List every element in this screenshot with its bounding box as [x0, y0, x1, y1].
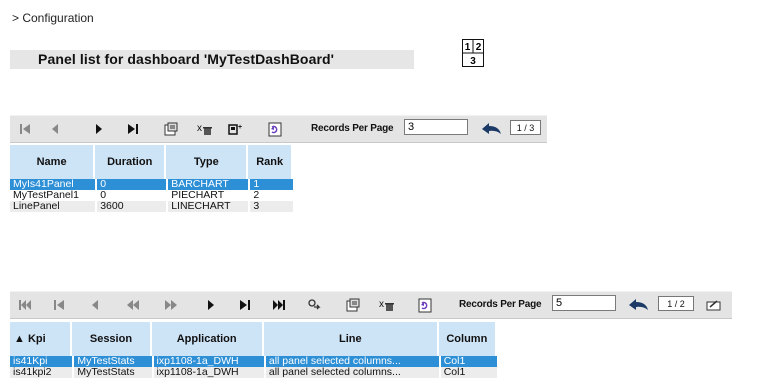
previous-page-icon[interactable] [84, 295, 106, 315]
refresh-icon[interactable] [264, 119, 286, 139]
previous-block-icon[interactable] [48, 295, 70, 315]
cell-name: MyIs41Panel [10, 179, 96, 190]
column-header-session[interactable]: Session [72, 322, 152, 356]
panels-table: Name Duration Type Rank MyIs41Panel 0 BA… [10, 145, 293, 212]
cell-type: LINECHART [166, 201, 249, 212]
cell-line: all panel selected columns... [263, 367, 439, 378]
cell-application: ixp1108-1a_DWH [151, 356, 264, 367]
column-header-kpi-label: Kpi [27, 333, 46, 345]
cell-line: all panel selected columns... [263, 356, 439, 367]
delete-icon[interactable]: x [376, 295, 398, 315]
table-row[interactable]: LinePanel 3600 LINECHART 3 [10, 201, 293, 212]
svg-text:3: 3 [470, 56, 476, 67]
properties-icon[interactable] [160, 119, 182, 139]
next-page-icon[interactable] [200, 295, 222, 315]
delete-icon[interactable]: x [194, 119, 216, 139]
page-indicator: 1 / 2 [658, 296, 694, 311]
column-header-type[interactable]: Type [166, 145, 249, 179]
go-back-icon[interactable] [477, 119, 505, 139]
next-block-icon[interactable] [234, 295, 256, 315]
column-header-name[interactable]: Name [10, 145, 96, 179]
cell-duration: 0 [95, 190, 167, 201]
last-page-icon[interactable] [268, 295, 290, 315]
svg-text:+: + [238, 124, 242, 131]
column-header-duration[interactable]: Duration [95, 145, 167, 179]
column-header-application[interactable]: Application [151, 322, 264, 356]
cell-type: PIECHART [166, 190, 249, 201]
table-row[interactable]: MyTestPanel1 0 PIECHART 2 [10, 190, 293, 201]
cell-name: MyTestPanel1 [10, 190, 96, 201]
kpis-header-row: ▲ Kpi Session Application Line Column [10, 322, 497, 356]
table-row[interactable]: MyIs41Panel 0 BARCHART 1 [10, 179, 293, 190]
cell-type: BARCHART [166, 179, 249, 190]
add-icon[interactable]: + [226, 119, 248, 139]
sort-ascending-icon: ▲ [14, 333, 25, 345]
cell-session: MyTestStats [72, 367, 152, 378]
properties-icon[interactable] [342, 295, 364, 315]
kpis-toolbar: x Records Per Page 1 / 2 [10, 291, 732, 319]
first-page-icon[interactable] [14, 119, 36, 139]
edit-icon[interactable] [703, 295, 725, 315]
fast-forward-icon[interactable] [160, 295, 182, 315]
table-row[interactable]: is41Kpi MyTestStats ixp1108-1a_DWH all p… [10, 356, 497, 367]
records-per-page-input[interactable] [404, 119, 468, 135]
column-header-column[interactable]: Column [438, 322, 497, 356]
panels-header-row: Name Duration Type Rank [10, 145, 293, 179]
cell-session: MyTestStats [72, 356, 152, 367]
refresh-icon[interactable] [414, 295, 436, 315]
table-row[interactable]: is41kpi2 MyTestStats ixp1108-1a_DWH all … [10, 367, 497, 378]
cell-rank: 1 [248, 179, 293, 190]
last-page-icon[interactable] [122, 119, 144, 139]
first-page-icon[interactable] [14, 295, 36, 315]
panels-toolbar: x + Records Per Page 1 / 3 [10, 115, 547, 143]
svg-text:2: 2 [476, 42, 482, 53]
cell-rank: 2 [248, 190, 293, 201]
cell-column: Col1 [438, 356, 497, 367]
cell-name: LinePanel [10, 201, 96, 212]
column-header-rank[interactable]: Rank [248, 145, 293, 179]
dashboard-layout-icon[interactable]: 1 2 3 [462, 39, 484, 67]
page-title-bar: Panel list for dashboard 'MyTestDashBoar… [10, 50, 414, 69]
column-header-line[interactable]: Line [263, 322, 439, 356]
previous-page-icon[interactable] [44, 119, 66, 139]
breadcrumb[interactable]: > Configuration [12, 11, 94, 25]
next-page-icon[interactable] [88, 119, 110, 139]
cell-kpi: is41Kpi [10, 356, 73, 367]
cell-duration: 3600 [95, 201, 167, 212]
cell-application: ixp1108-1a_DWH [151, 367, 264, 378]
svg-text:1: 1 [465, 42, 471, 53]
page-indicator: 1 / 3 [510, 120, 541, 135]
svg-text:x: x [379, 299, 384, 310]
records-per-page-label: Records Per Page [459, 299, 542, 310]
go-back-icon[interactable] [624, 295, 652, 315]
cell-duration: 0 [95, 179, 167, 190]
records-per-page-input[interactable] [552, 295, 616, 311]
cell-kpi: is41kpi2 [10, 367, 73, 378]
link-icon[interactable] [304, 295, 326, 315]
cell-rank: 3 [248, 201, 293, 212]
kpis-table: ▲ Kpi Session Application Line Column is… [10, 322, 497, 378]
rewind-icon[interactable] [122, 295, 144, 315]
svg-text:x: x [197, 123, 202, 134]
cell-column: Col1 [438, 367, 497, 378]
records-per-page-label: Records Per Page [311, 123, 394, 134]
column-header-kpi[interactable]: ▲ Kpi [10, 322, 73, 356]
page-title: Panel list for dashboard 'MyTestDashBoar… [38, 51, 335, 67]
